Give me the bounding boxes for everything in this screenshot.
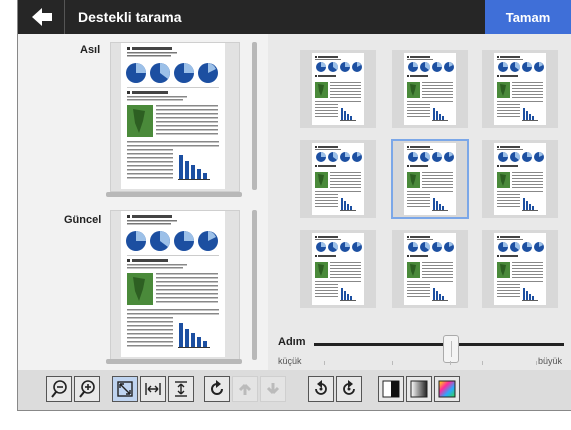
document-page (121, 43, 225, 189)
document-thumbnail (497, 56, 544, 121)
document-page (404, 53, 456, 125)
document-page (312, 53, 364, 125)
prev-page-button[interactable] (232, 376, 258, 402)
slider-track[interactable] (314, 335, 564, 363)
current-label: Güncel (64, 214, 102, 226)
zoom-in-button[interactable] (74, 376, 100, 402)
horizontal-scrollbar[interactable] (106, 192, 242, 197)
document-page (404, 233, 456, 305)
document-thumbnail (497, 236, 544, 301)
grayscale-icon (410, 380, 428, 398)
document-thumbnail (407, 56, 454, 121)
variant-thumbnail[interactable] (482, 230, 558, 308)
comparison-panel: Asıl Güncel (18, 34, 268, 370)
black-white-button[interactable] (378, 376, 404, 402)
document-thumbnail (126, 47, 219, 180)
variant-thumbnail[interactable] (392, 230, 468, 308)
top-bar: Destekli tarama Tamam (18, 0, 571, 34)
rotate-right-button[interactable] (336, 376, 362, 402)
document-page (494, 233, 546, 305)
document-page (494, 53, 546, 125)
zoom-out-button[interactable] (46, 376, 72, 402)
slider-tick (536, 361, 537, 365)
document-thumbnail (315, 56, 362, 121)
document-page (312, 143, 364, 215)
prev-page-icon (238, 383, 252, 395)
document-page (312, 233, 364, 305)
rotate-right-icon (343, 380, 355, 395)
fit-width-icon (145, 383, 161, 395)
main-content: Asıl Güncel Adım küçük büyük (18, 34, 571, 370)
bottom-toolbar (18, 370, 571, 410)
horizontal-scrollbar[interactable] (106, 359, 242, 364)
document-thumbnail (407, 236, 454, 301)
rotate-left-icon (315, 380, 327, 395)
slider-tick (324, 361, 325, 365)
document-page (404, 143, 456, 215)
rotate-button[interactable] (204, 376, 230, 402)
ok-button[interactable]: Tamam (485, 0, 571, 34)
slider-max-label: büyük (538, 356, 563, 366)
document-thumbnail (315, 146, 362, 211)
document-page (121, 211, 225, 357)
app-window: Destekli tarama Tamam Asıl Güncel Adım k… (0, 0, 571, 430)
slider-min-label: küçük (278, 356, 302, 366)
fit-page-icon (117, 381, 133, 397)
original-label: Asıl (80, 44, 101, 56)
arrow-left-icon (32, 8, 52, 26)
variant-grid-panel (268, 34, 571, 370)
next-page-button[interactable] (260, 376, 286, 402)
slider-label: Adım (278, 336, 306, 348)
zoom-in-icon (79, 380, 95, 398)
document-thumbnail (497, 146, 544, 211)
variant-thumbnail-selected[interactable] (391, 139, 469, 219)
color-icon (438, 380, 456, 398)
black-white-icon (382, 380, 400, 398)
slider-tick (482, 361, 483, 365)
variant-thumbnail[interactable] (300, 50, 376, 128)
variant-thumbnail[interactable] (482, 140, 558, 218)
slider-tick (392, 361, 393, 365)
variant-thumbnail[interactable] (482, 50, 558, 128)
slider-thumb[interactable] (443, 335, 459, 363)
color-button[interactable] (434, 376, 460, 402)
variant-thumbnail[interactable] (300, 230, 376, 308)
step-slider: Adım küçük büyük (268, 330, 571, 370)
bottom-border (18, 410, 571, 411)
zoom-out-icon (51, 380, 67, 398)
rotate-left-button[interactable] (308, 376, 334, 402)
next-page-icon (266, 383, 280, 395)
rotate-icon (211, 380, 223, 395)
document-thumbnail (315, 236, 362, 301)
page-title: Destekli tarama (78, 9, 182, 25)
fit-width-button[interactable] (140, 376, 166, 402)
original-preview[interactable] (110, 42, 240, 192)
current-preview[interactable] (110, 210, 240, 360)
document-page (494, 143, 546, 215)
variant-thumbnail[interactable] (300, 140, 376, 218)
fit-height-icon (175, 381, 187, 397)
vertical-scrollbar[interactable] (252, 210, 257, 360)
document-thumbnail (126, 215, 219, 348)
back-button[interactable] (18, 0, 65, 34)
fit-page-button[interactable] (112, 376, 138, 402)
slider-tick (450, 361, 451, 365)
variant-thumbnail[interactable] (392, 50, 468, 128)
document-thumbnail (407, 146, 454, 211)
fit-height-button[interactable] (168, 376, 194, 402)
vertical-scrollbar[interactable] (252, 42, 257, 190)
grayscale-button[interactable] (406, 376, 432, 402)
